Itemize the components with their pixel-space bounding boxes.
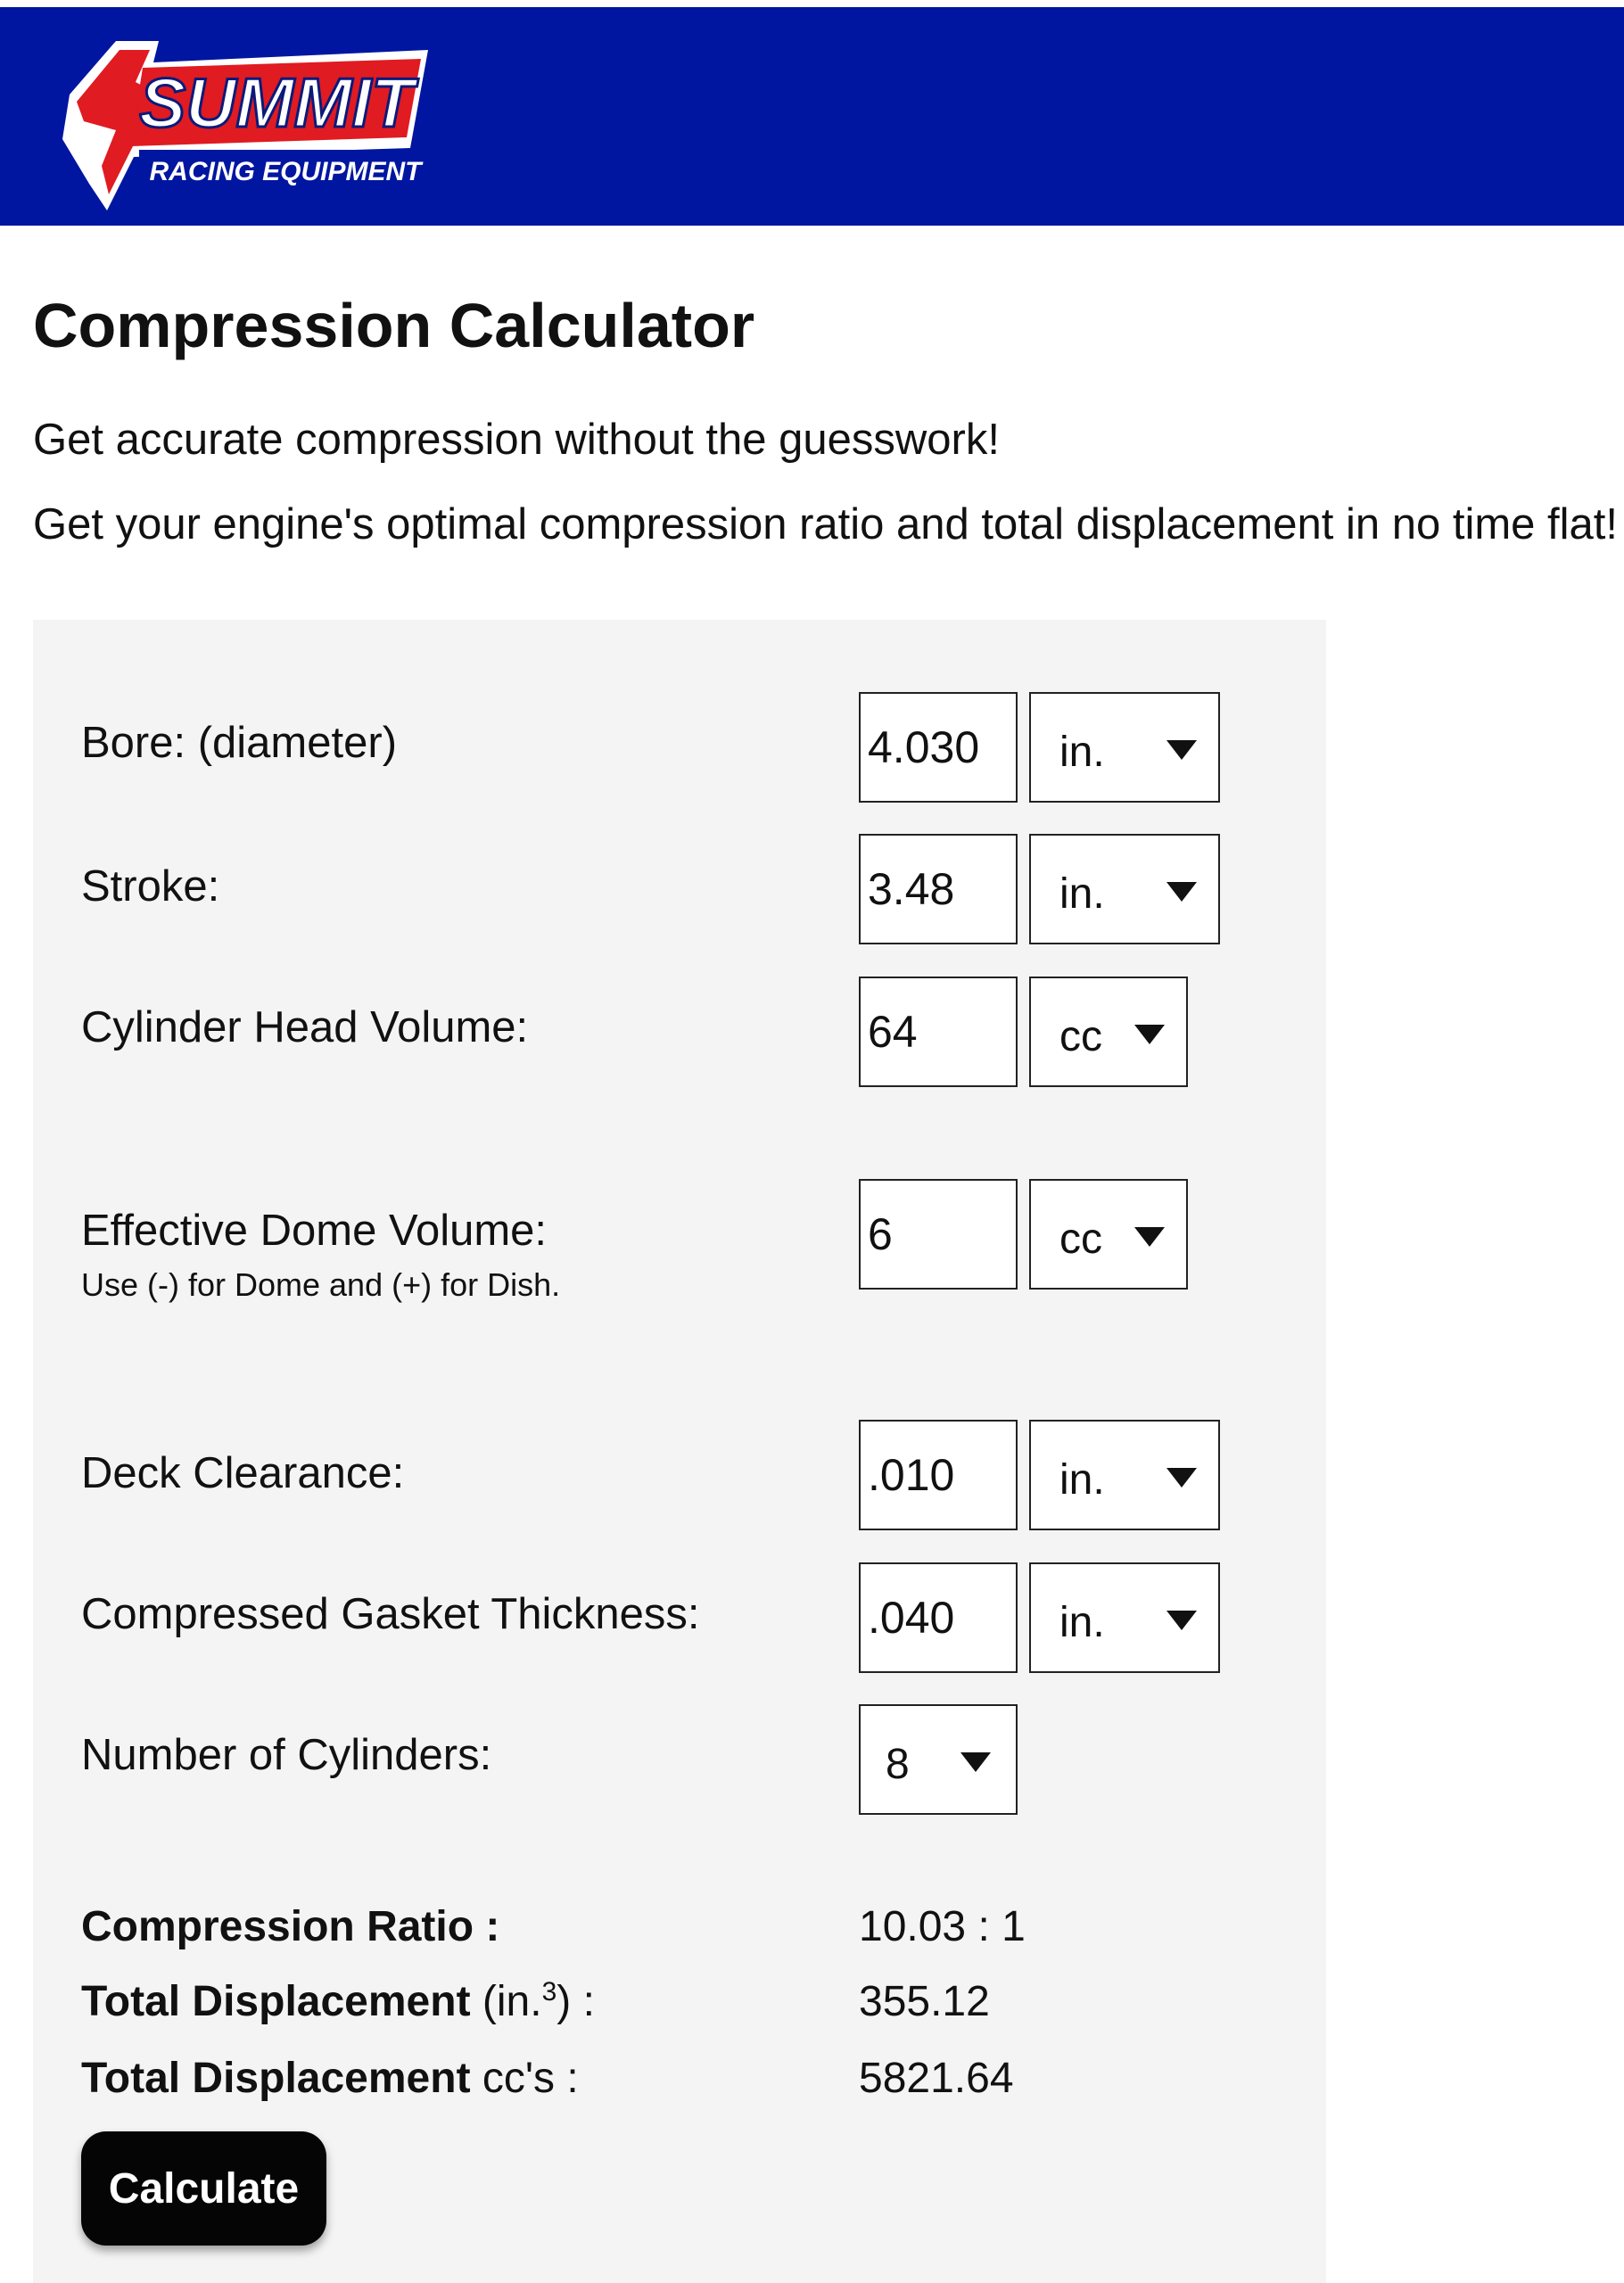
dome-volume-unit-select[interactable]: cc [1029, 1179, 1188, 1290]
head-volume-label: Cylinder Head Volume: [81, 1003, 529, 1051]
head-volume-unit-value: cc [1059, 1013, 1102, 1060]
compression-ratio-label: Compression Ratio : [81, 1903, 500, 1950]
bore-label: Bore: (diameter) [81, 719, 398, 767]
cylinders-select[interactable]: 8 [859, 1704, 1018, 1815]
svg-text:SUMMIT: SUMMIT [139, 63, 419, 142]
caret-down-icon [1166, 882, 1197, 902]
stroke-label: Stroke: [81, 862, 220, 911]
caret-down-icon [1166, 1468, 1197, 1488]
intro-description: Get your engine's optimal compression ra… [33, 500, 1624, 548]
head-volume-input[interactable] [859, 977, 1018, 1087]
gasket-thickness-label: Compressed Gasket Thickness: [81, 1590, 700, 1638]
bore-input[interactable] [859, 692, 1018, 803]
dome-volume-hint: Use (-) for Dome and (+) for Dish. [81, 1266, 561, 1303]
stroke-unit-select[interactable]: in. [1029, 834, 1220, 944]
gasket-thickness-unit-value: in. [1059, 1599, 1105, 1646]
bore-unit-select[interactable]: in. [1029, 692, 1220, 803]
dome-volume-unit-value: cc [1059, 1216, 1102, 1263]
caret-down-icon [960, 1752, 991, 1772]
stroke-input[interactable] [859, 834, 1018, 944]
head-volume-unit-select[interactable]: cc [1029, 977, 1188, 1087]
caret-down-icon [1134, 1025, 1165, 1044]
page-title: Compression Calculator [33, 291, 755, 360]
dome-volume-label: Effective Dome Volume: [81, 1207, 548, 1255]
stroke-unit-value: in. [1059, 870, 1105, 918]
bore-unit-value: in. [1059, 729, 1105, 776]
dome-volume-input[interactable] [859, 1179, 1018, 1290]
caret-down-icon [1166, 1611, 1197, 1630]
deck-clearance-label: Deck Clearance: [81, 1449, 405, 1497]
caret-down-icon [1134, 1227, 1165, 1247]
deck-clearance-input[interactable] [859, 1420, 1018, 1530]
intro-text: Get accurate compression without the gue… [33, 416, 1000, 464]
summit-logo[interactable]: SUMMIT RACING EQUIPMENT [54, 32, 455, 210]
compression-ratio-value: 10.03 : 1 [859, 1903, 1026, 1950]
calculate-button[interactable]: Calculate [81, 2131, 326, 2246]
cylinders-label: Number of Cylinders: [81, 1731, 492, 1779]
displacement-cc-value: 5821.64 [859, 2055, 1014, 2102]
gasket-thickness-input[interactable] [859, 1562, 1018, 1673]
deck-clearance-unit-select[interactable]: in. [1029, 1420, 1220, 1530]
caret-down-icon [1166, 740, 1197, 760]
deck-clearance-unit-value: in. [1059, 1456, 1105, 1504]
displacement-in-label: Total Displacement (in.3) : [81, 1977, 595, 2025]
cylinders-value: 8 [886, 1741, 910, 1788]
site-header: SUMMIT RACING EQUIPMENT [0, 7, 1624, 226]
displacement-in-value: 355.12 [859, 1978, 990, 2025]
svg-text:RACING EQUIPMENT: RACING EQUIPMENT [149, 157, 424, 186]
displacement-cc-label: Total Displacement cc's : [81, 2055, 579, 2102]
gasket-thickness-unit-select[interactable]: in. [1029, 1562, 1220, 1673]
